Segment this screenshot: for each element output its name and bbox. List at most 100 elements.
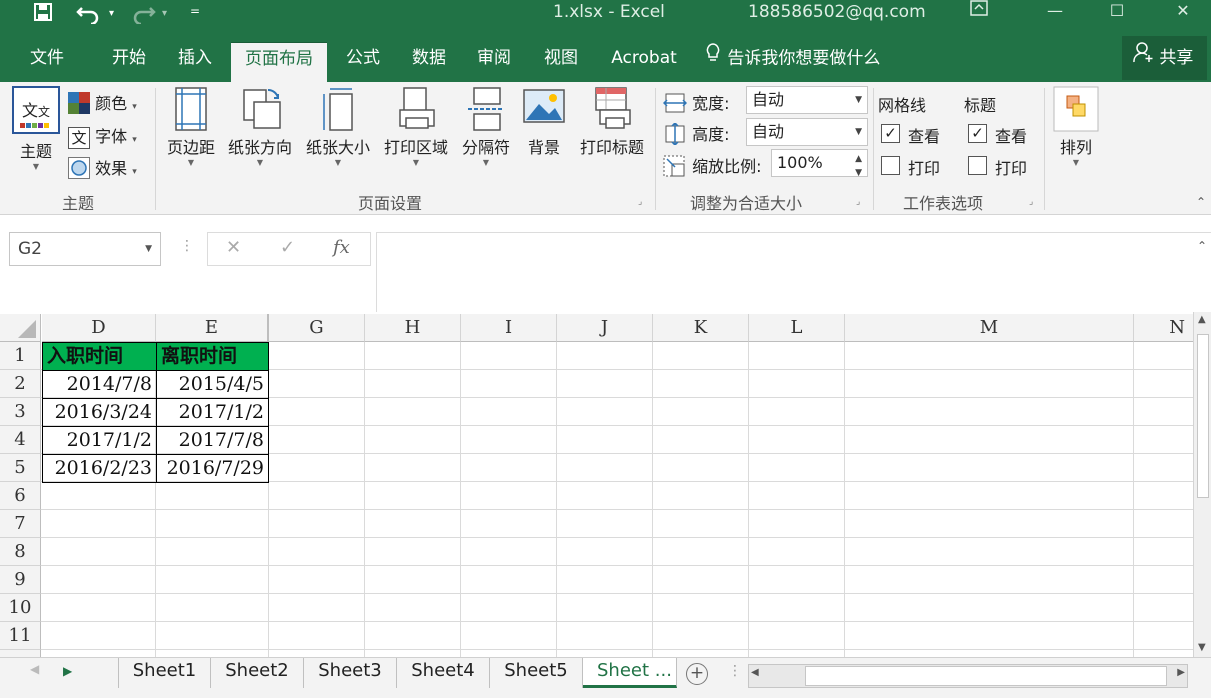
theme-colors-button[interactable]: 颜色 ▾	[68, 90, 137, 118]
sheet-tab[interactable]: Sheet2	[211, 658, 304, 688]
column-header[interactable]: J	[557, 314, 653, 342]
tab-acrobat[interactable]: Acrobat	[600, 42, 688, 82]
table-cell[interactable]: 2014/7/8	[42, 370, 157, 399]
tell-me-search[interactable]: 告诉我你想要做什么	[704, 42, 904, 82]
undo-dropdown-icon[interactable]: ▾	[109, 8, 114, 19]
row-header[interactable]: 2	[0, 370, 41, 398]
close-icon[interactable]: ✕	[1160, 0, 1206, 28]
sheet-tab[interactable]: Sheet3	[304, 658, 397, 688]
themes-button[interactable]: 文 文 主题 ▼	[11, 86, 61, 172]
row-header[interactable]: 5	[0, 454, 41, 482]
minimize-icon[interactable]: —	[1032, 0, 1078, 28]
column-header[interactable]: L	[749, 314, 845, 342]
sheet-tab[interactable]: Sheet1	[119, 658, 211, 688]
orientation-button[interactable]: 纸张方向 ▼	[223, 86, 297, 168]
customize-qat-icon[interactable]: =	[190, 4, 200, 18]
redo-dropdown-icon[interactable]: ▾	[162, 8, 167, 19]
row-header[interactable]: 11	[0, 622, 41, 650]
tab-file[interactable]: 文件	[16, 42, 78, 82]
row-header[interactable]: 7	[0, 510, 41, 538]
table-cell[interactable]: 2017/1/2	[156, 398, 269, 427]
collapse-formula-bar-icon[interactable]: ⌃	[1197, 239, 1207, 253]
ribbon-display-icon[interactable]	[956, 0, 1002, 28]
tab-view[interactable]: 视图	[530, 42, 592, 82]
share-button[interactable]: 共享	[1122, 36, 1207, 80]
vertical-scroll-thumb[interactable]	[1197, 334, 1209, 498]
row-header[interactable]: 1	[0, 342, 41, 370]
theme-fonts-button[interactable]: 文 字体 ▾	[68, 123, 137, 149]
table-cell[interactable]: 2016/3/24	[42, 398, 157, 427]
scroll-tabs-left-icon[interactable]: ◀	[30, 662, 39, 676]
tab-data[interactable]: 数据	[398, 42, 460, 82]
gridlines-print-checkbox[interactable]	[881, 156, 900, 175]
tab-page-layout[interactable]: 页面布局	[231, 42, 327, 82]
gridlines-view-checkbox[interactable]: ✓	[881, 124, 900, 143]
undo-icon[interactable]	[76, 2, 102, 29]
formula-input[interactable]: ⌃	[376, 232, 1211, 314]
tab-split-handle-icon[interactable]: ⋮	[728, 663, 742, 679]
height-dropdown[interactable]: 自动 ▼	[746, 118, 868, 146]
table-header-cell[interactable]: 离职时间	[156, 342, 269, 371]
sheet-options-launcher-icon[interactable]: ⌟	[1029, 197, 1033, 207]
table-cell[interactable]: 2015/4/5	[156, 370, 269, 399]
scroll-down-icon[interactable]: ▼	[1198, 642, 1206, 653]
sheet-tab[interactable]: Sheet5	[490, 658, 583, 688]
breaks-button[interactable]: 分隔符 ▼	[457, 86, 515, 168]
page-setup-launcher-icon[interactable]: ⌟	[638, 197, 642, 207]
theme-effects-button[interactable]: 效果 ▾	[68, 155, 137, 183]
table-cell[interactable]: 2017/1/2	[42, 426, 157, 455]
drag-handle-icon[interactable]: ⋮	[180, 238, 194, 254]
tab-review[interactable]: 审阅	[463, 42, 525, 82]
scale-spinner[interactable]: 100% ▲ ▼	[771, 149, 868, 178]
row-header[interactable]: 6	[0, 482, 41, 510]
column-header[interactable]: I	[461, 314, 557, 342]
table-header-cell[interactable]: 入职时间	[42, 342, 157, 371]
row-header[interactable]	[0, 650, 41, 657]
arrange-button[interactable]: 排列 ▼	[1050, 84, 1102, 168]
sheet-tab[interactable]: Sheet4	[397, 658, 490, 688]
scroll-left-icon[interactable]: ◀	[751, 667, 759, 678]
column-header[interactable]: E	[156, 314, 269, 342]
scroll-up-icon[interactable]: ▲	[1198, 314, 1206, 325]
row-header[interactable]: 8	[0, 538, 41, 566]
horizontal-scroll-thumb[interactable]	[805, 666, 1167, 686]
row-header[interactable]: 4	[0, 426, 41, 454]
table-cell[interactable]: 2016/2/23	[42, 454, 157, 483]
select-all-button[interactable]	[0, 314, 41, 342]
margins-button[interactable]: 页边距 ▼	[161, 86, 221, 168]
print-titles-button[interactable]: 打印标题	[573, 86, 651, 158]
width-dropdown[interactable]: 自动 ▼	[746, 86, 868, 114]
table-cell[interactable]: 2017/7/8	[156, 426, 269, 455]
size-button[interactable]: 纸张大小 ▼	[301, 86, 375, 168]
column-header[interactable]: H	[365, 314, 461, 342]
print-area-button[interactable]: 打印区域 ▼	[379, 86, 453, 168]
row-header[interactable]: 9	[0, 566, 41, 594]
scroll-right-icon[interactable]: ▶	[1177, 667, 1185, 678]
cancel-icon[interactable]: ✕	[226, 237, 241, 258]
maximize-icon[interactable]: ☐	[1094, 0, 1140, 28]
tab-formulas[interactable]: 公式	[332, 42, 394, 82]
headings-print-checkbox[interactable]	[968, 156, 987, 175]
table-cell[interactable]: 2016/7/29	[156, 454, 269, 483]
spin-down-icon[interactable]: ▼	[855, 160, 862, 186]
tab-insert[interactable]: 插入	[164, 42, 226, 82]
name-box[interactable]: G2 ▼	[9, 232, 161, 266]
column-header[interactable]: G	[269, 314, 365, 342]
account-name[interactable]: 188586502@qq.com	[748, 2, 926, 22]
horizontal-scrollbar[interactable]: ◀ ▶	[748, 664, 1188, 688]
row-header[interactable]: 3	[0, 398, 41, 426]
collapse-ribbon-icon[interactable]: ⌃	[1196, 195, 1206, 209]
save-icon[interactable]	[33, 2, 53, 27]
worksheet-grid[interactable]: D E G H I J K L M N 1 2 3 4 5 6 7 8 9 10…	[0, 312, 1193, 657]
tab-home[interactable]: 开始	[98, 42, 160, 82]
chevron-down-icon[interactable]: ▼	[145, 233, 152, 265]
column-header[interactable]: N	[1134, 314, 1193, 342]
background-button[interactable]: 背景	[519, 86, 569, 158]
column-header[interactable]: K	[653, 314, 749, 342]
redo-icon[interactable]	[130, 2, 156, 29]
insert-function-icon[interactable]: fx	[333, 237, 350, 258]
add-sheet-icon[interactable]: +	[686, 663, 708, 685]
vertical-scrollbar[interactable]: ▲ ▼	[1193, 312, 1211, 657]
sheet-tab-active[interactable]: Sheet ...	[583, 658, 677, 688]
scale-launcher-icon[interactable]: ⌟	[856, 197, 860, 207]
